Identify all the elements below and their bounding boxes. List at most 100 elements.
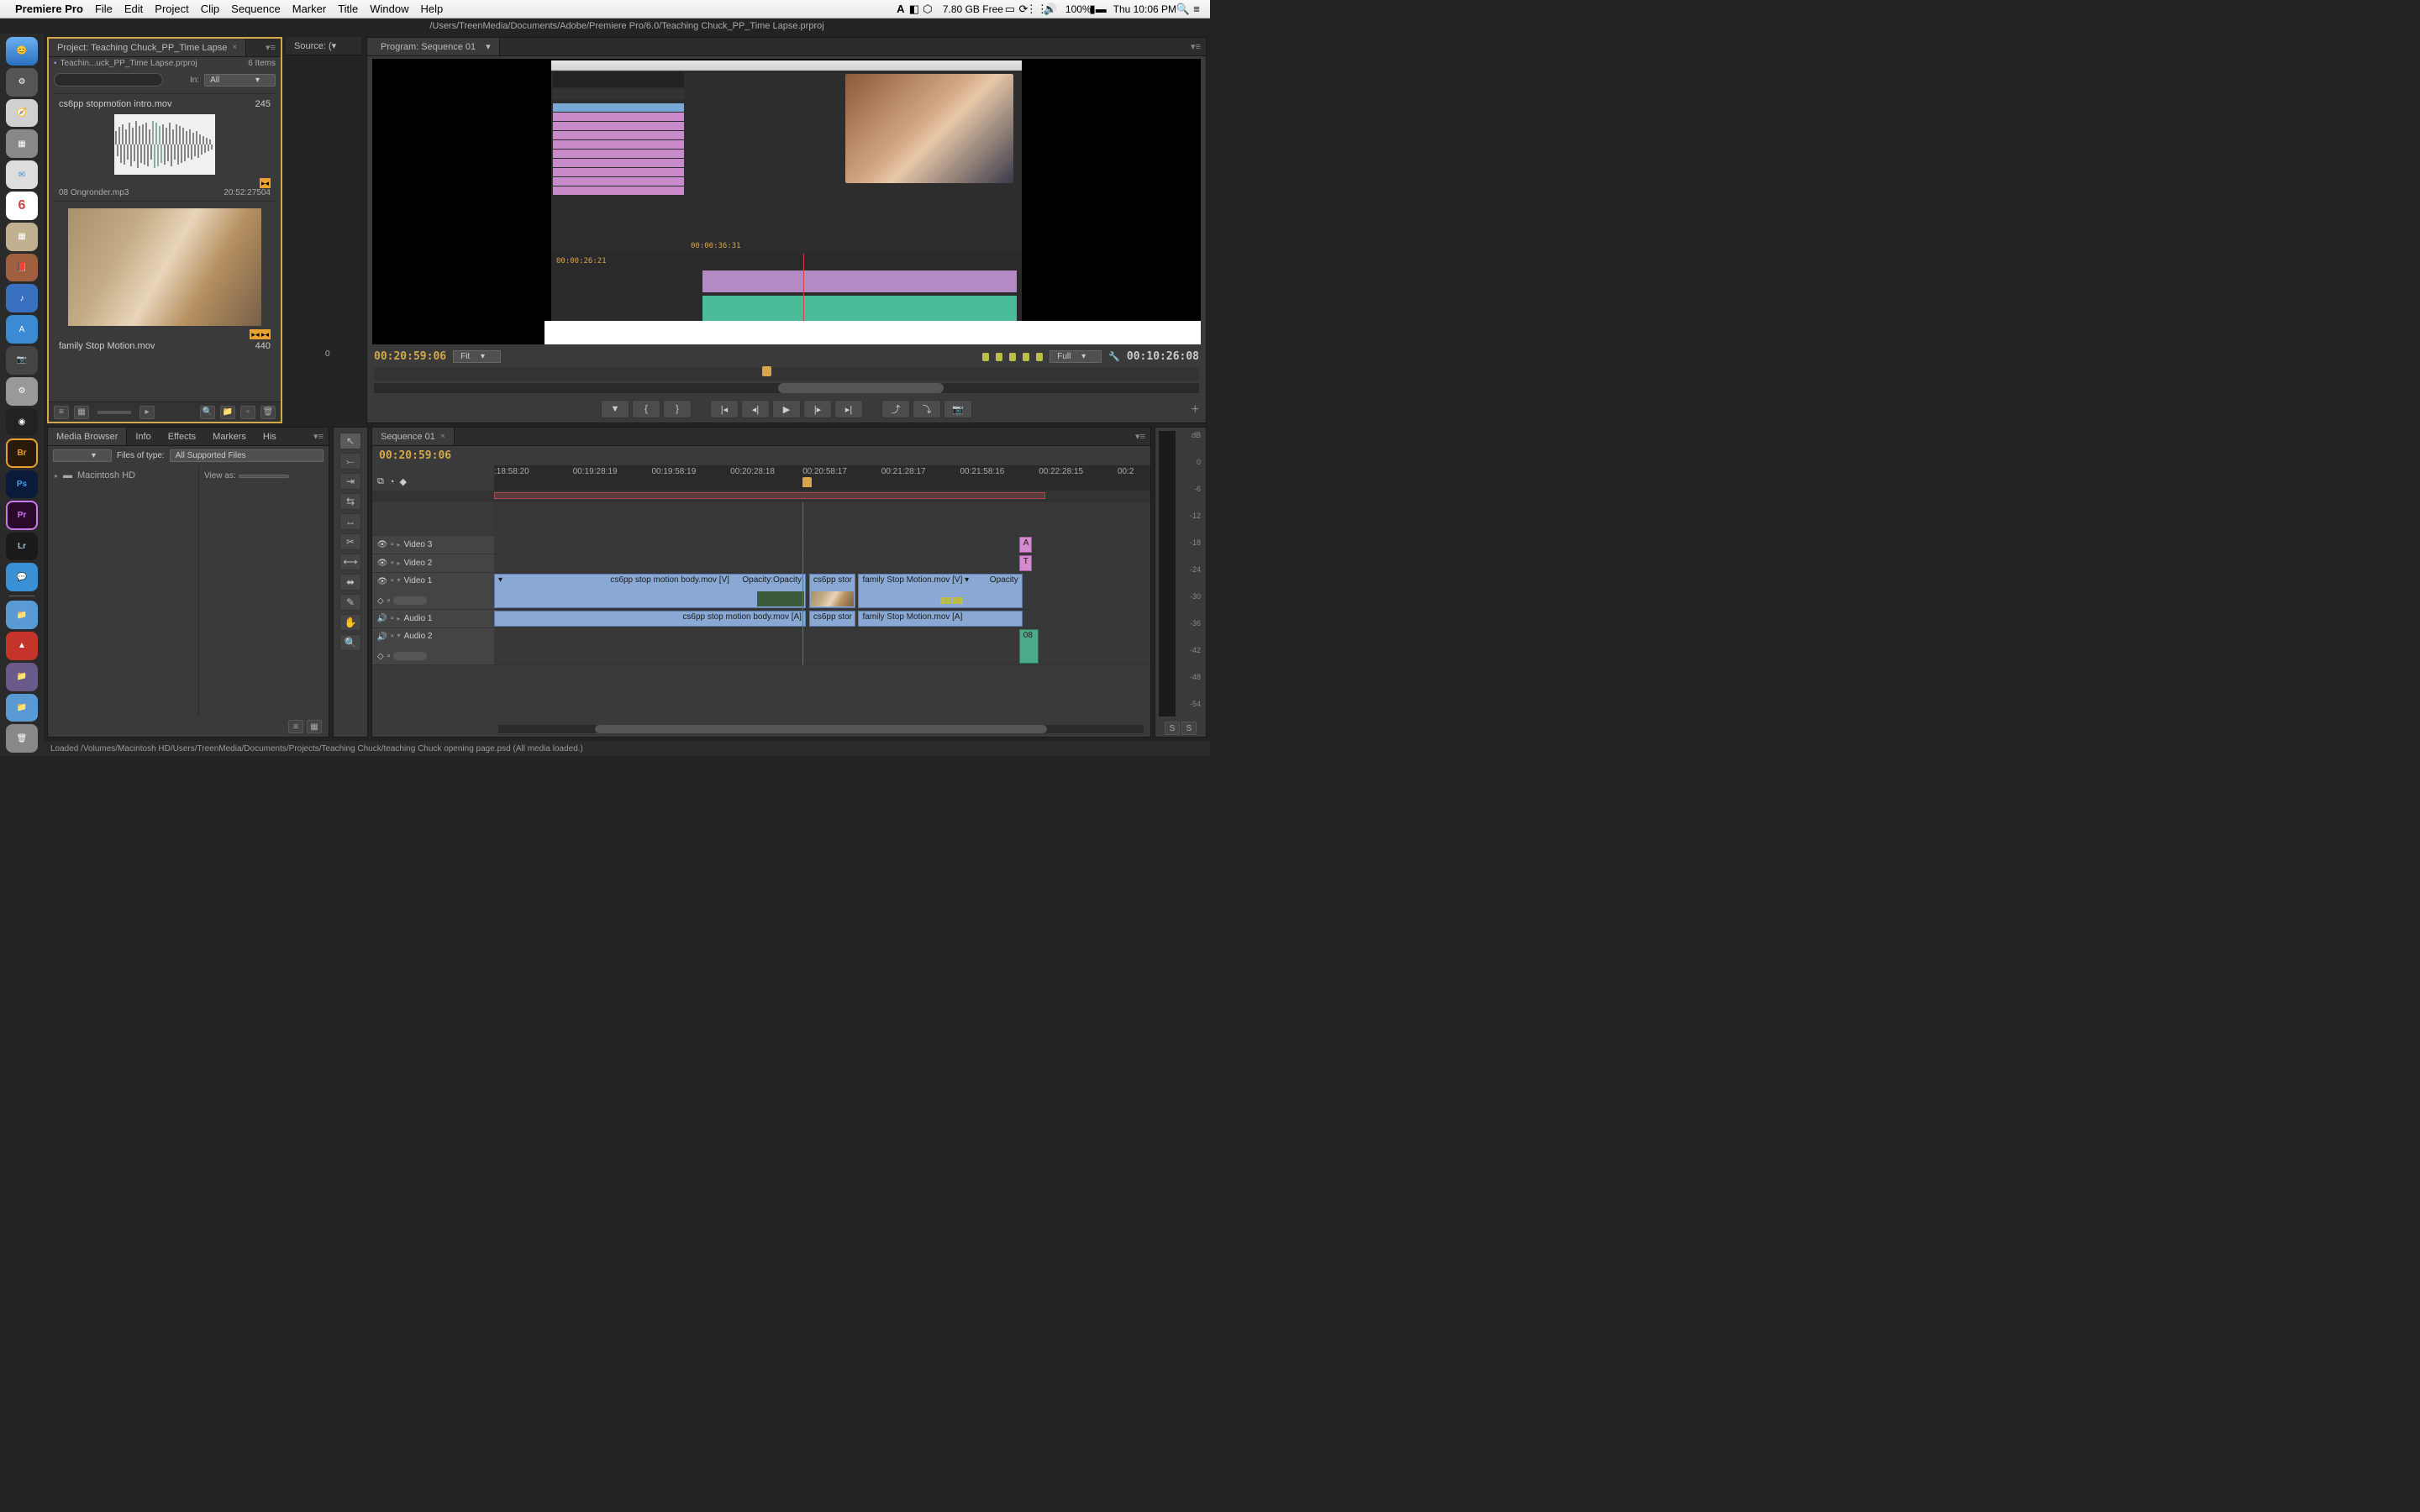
filter-in-select[interactable]: All ▾ <box>204 74 276 87</box>
add-panel-icon[interactable]: + <box>1192 402 1199 417</box>
menu-help[interactable]: Help <box>421 3 444 15</box>
solo-right-button[interactable]: S <box>1181 722 1197 735</box>
track-header-a1[interactable]: 🔊 ▫ ▸ Audio 1 <box>372 610 494 628</box>
dock-premiere[interactable]: Pr <box>6 501 38 529</box>
disclosure-triangle-icon[interactable]: ▸ <box>397 559 401 567</box>
mark-in-button[interactable]: { <box>632 400 660 418</box>
solo-left-button[interactable]: S <box>1165 722 1180 735</box>
program-monitor-viewer[interactable]: 00:00:36:31 00:00:26:21 <box>372 59 1201 344</box>
pen-tool[interactable]: ✎ <box>339 594 361 611</box>
track-header-v3[interactable]: 👁 ▫ ▸ Video 3 <box>372 536 494 554</box>
dock-aperture[interactable]: ◉ <box>6 408 38 437</box>
step-forward-button[interactable]: |▸ <box>803 400 832 418</box>
dock-downloads[interactable]: 📁 <box>6 694 38 722</box>
track-fx-icon[interactable]: ▫ <box>387 652 391 661</box>
video-clip[interactable]: cs6pp stor <box>809 574 855 608</box>
lock-icon[interactable]: ▫ <box>391 559 394 568</box>
video-clip[interactable]: family Stop Motion.mov [V] Opacity▾ <box>858 574 1022 608</box>
close-icon[interactable]: × <box>232 43 237 52</box>
markers-tab[interactable]: Markers <box>204 428 255 445</box>
menu-edit[interactable]: Edit <box>124 3 143 15</box>
menu-project[interactable]: Project <box>155 3 188 15</box>
panel-menu-icon[interactable]: ▾≡ <box>308 431 329 442</box>
video-clip[interactable]: Opacity:Opacity▾ cs6pp stop motion body.… <box>494 574 806 608</box>
program-timecode-left[interactable]: 00:20:59:06 <box>374 350 446 363</box>
panel-menu-icon[interactable]: ▾≡ <box>260 42 281 53</box>
menu-file[interactable]: File <box>95 3 113 15</box>
speaker-icon[interactable]: 🔊 <box>377 614 387 624</box>
disclosure-triangle-icon[interactable]: ▾ <box>397 632 401 639</box>
dock-mail[interactable]: ✉ <box>6 160 38 189</box>
keyframe-icon[interactable]: ◇ <box>377 596 384 606</box>
menu-clip[interactable]: Clip <box>201 3 219 15</box>
automate-button[interactable]: ▸ <box>139 406 155 419</box>
dock-launchpad[interactable]: ⚙ <box>6 68 38 97</box>
battery-icon[interactable]: ▮▬ <box>1092 3 1105 16</box>
dock-adobe[interactable]: ▲ <box>6 632 38 660</box>
program-time-ruler[interactable] <box>374 368 1199 381</box>
airplay-icon[interactable]: ▭ <box>1003 3 1017 16</box>
dock-contacts[interactable]: 📕 <box>6 254 38 282</box>
speaker-icon[interactable]: 🔊 <box>377 632 387 642</box>
eye-icon[interactable]: 👁 <box>377 559 387 569</box>
eye-icon[interactable]: 👁 <box>377 576 387 586</box>
track-lane-v2[interactable]: T <box>494 554 1150 573</box>
slide-tool[interactable]: ⬌ <box>339 574 361 591</box>
dock-appstore[interactable]: A <box>6 315 38 344</box>
dock-photobooth[interactable]: 📷 <box>6 346 38 375</box>
thumbnail-view-button[interactable]: ▦ <box>307 720 322 733</box>
audio-clip[interactable]: cs6pp stor <box>809 611 855 627</box>
dock-preview[interactable]: ▦ <box>6 223 38 251</box>
wifi-icon[interactable]: ⋮⋮ <box>1030 3 1044 16</box>
playhead-handle[interactable] <box>802 477 812 487</box>
adobe-cc-icon[interactable]: A <box>894 3 908 16</box>
timeline-zoom-scrollbar[interactable] <box>498 725 1144 733</box>
program-zoom-select[interactable]: Fit ▾ <box>453 350 501 363</box>
dock-documents[interactable]: 📁 <box>6 601 38 629</box>
dock-safari[interactable]: 🧭 <box>6 99 38 128</box>
nav-back-select[interactable]: ▾ <box>53 449 112 462</box>
program-scrollbar[interactable] <box>374 383 1199 393</box>
close-icon[interactable]: × <box>440 432 445 441</box>
dock-photoshop[interactable]: Ps <box>6 470 38 499</box>
go-to-out-button[interactable]: ▸| <box>834 400 863 418</box>
track-header-a2[interactable]: 🔊 ▫ ▾ Audio 2 ◇ ▫ <box>372 628 494 665</box>
volume-slider[interactable] <box>393 652 427 660</box>
dock-lightroom[interactable]: Lr <box>6 533 38 561</box>
panel-menu-icon[interactable]: ▾≡ <box>1186 41 1206 52</box>
delete-button[interactable]: 🗑 <box>260 406 276 419</box>
effects-tab[interactable]: Effects <box>160 428 204 445</box>
marker-icon[interactable]: ◆ <box>400 476 407 487</box>
track-fx-icon[interactable]: ▫ <box>387 596 391 606</box>
step-back-button[interactable]: ◂| <box>741 400 770 418</box>
link-icon[interactable]: ◔ <box>389 477 395 487</box>
disclosure-triangle-icon[interactable]: ▾ <box>397 576 401 584</box>
project-bin-item[interactable]: ▸◂ ▸◂ family Stop Motion.mov 440 <box>54 201 276 356</box>
go-to-in-button[interactable]: |◂ <box>710 400 739 418</box>
dock-calculator[interactable]: ▦ <box>6 129 38 158</box>
video-clip[interactable]: T <box>1019 555 1033 571</box>
dock-misc[interactable]: 📁 <box>6 663 38 691</box>
audio-clip[interactable]: 08 <box>1019 629 1039 664</box>
dropbox-icon[interactable]: ⬡ <box>921 3 934 16</box>
disclosure-triangle-icon[interactable]: ▸ <box>397 615 401 622</box>
disk-free[interactable]: 7.80 GB Free <box>943 3 1003 15</box>
selection-tool[interactable]: ↖ <box>339 433 361 449</box>
track-header-v2[interactable]: 👁 ▫ ▸ Video 2 <box>372 554 494 573</box>
view-as-select[interactable] <box>239 475 289 478</box>
new-item-button[interactable]: ▫ <box>240 406 255 419</box>
track-header-v1[interactable]: 👁 ▫ ▾ Video 1 ◇ ▫ <box>372 573 494 610</box>
drive-tree-item[interactable]: ▸ ▬ Macintosh HD <box>55 469 192 482</box>
zoom-tool[interactable]: 🔍 <box>339 634 361 651</box>
play-button[interactable]: ▶ <box>772 400 801 418</box>
files-of-type-select[interactable]: All Supported Files <box>170 449 324 462</box>
audio-clip[interactable]: family Stop Motion.mov [A] <box>858 611 1022 627</box>
program-resolution-select[interactable]: Full ▾ <box>1050 350 1102 363</box>
dock-itunes[interactable]: ♪ <box>6 284 38 312</box>
list-view-button[interactable]: ≡ <box>54 406 69 419</box>
disclosure-triangle-icon[interactable]: ▸ <box>55 472 58 480</box>
dock-calendar[interactable]: 6 <box>6 192 38 220</box>
notifications-icon[interactable]: ≡ <box>1190 3 1203 16</box>
opacity-slider[interactable] <box>393 596 427 605</box>
lock-icon[interactable]: ▫ <box>391 614 394 623</box>
